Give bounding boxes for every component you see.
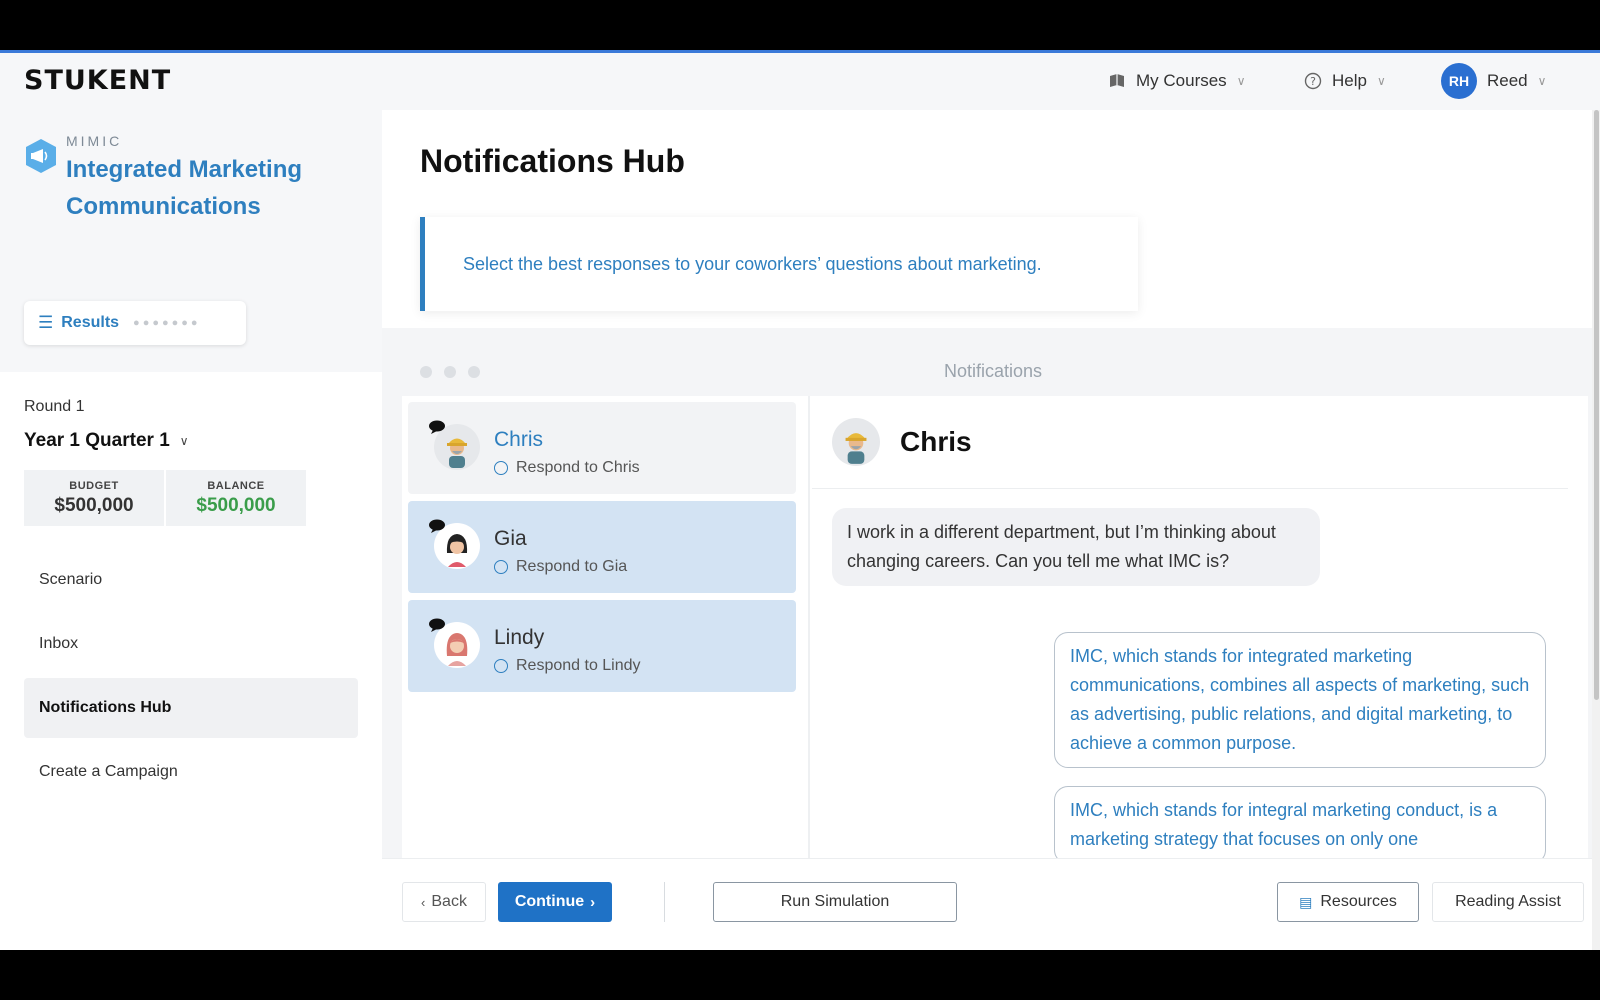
thread-contact-name: Chris [900, 426, 972, 457]
page-title: Notifications Hub [420, 143, 685, 179]
product-eyebrow: MIMIC [66, 133, 123, 149]
response-option-1[interactable]: IMC, which stands for integrated marketi… [1054, 632, 1546, 768]
balance-caption: BALANCE [207, 479, 265, 492]
status-ring-icon [494, 659, 508, 673]
period-selector[interactable]: Year 1 Quarter 1 ∨ [24, 430, 189, 452]
status-ring-icon [494, 560, 508, 574]
nav-inbox[interactable]: Inbox [24, 614, 358, 674]
user-avatar: RH [1441, 63, 1477, 99]
worker-avatar-icon [832, 418, 880, 466]
app-screen: STUKENT My Courses ∨ ? Help ∨ RH Reed ∨ [0, 50, 1600, 950]
contact-item-lindy[interactable]: Lindy Respond to Lindy [408, 600, 796, 692]
continue-button[interactable]: Continue › [498, 882, 612, 922]
contact-item-chris[interactable]: Chris Respond to Chris [408, 402, 796, 494]
svg-text:?: ? [1310, 75, 1316, 88]
window-title: Notifications [943, 361, 1043, 381]
my-courses-menu[interactable]: My Courses ∨ [1108, 66, 1245, 96]
balance-value: $500,000 [196, 494, 276, 516]
contact-status: Respond to Lindy [494, 657, 641, 675]
contact-name: Lindy [494, 626, 545, 649]
product-title: Integrated Marketing Communications [66, 156, 303, 220]
budget-caption: BUDGET [69, 479, 119, 492]
contact-status: Respond to Gia [494, 558, 627, 576]
toolbar-divider [664, 882, 665, 922]
results-button[interactable]: ☰ Results ●●●●●●● [24, 301, 246, 345]
chevron-down-icon: ∨ [1537, 74, 1547, 88]
message-thread: Chris I work in a different department, … [812, 396, 1588, 858]
sidebar: MIMIC Integrated Marketing Communication… [0, 110, 382, 950]
budget-value: $500,000 [54, 494, 134, 516]
user-name: Reed [1487, 71, 1528, 90]
thread-header: Chris [832, 418, 972, 466]
progress-dots: ●●●●●●● [133, 317, 201, 329]
instruction-callout: Select the best responses to your cowork… [420, 217, 1138, 311]
nav-scenario[interactable]: Scenario [24, 550, 358, 610]
work-area: Notifications Chris Respond to Chris Gia… [382, 328, 1600, 858]
contact-name: Gia [494, 527, 527, 550]
contact-status: Respond to Chris [494, 459, 640, 477]
side-nav: Scenario Inbox Notifications Hub Create … [24, 550, 358, 806]
budget-summary: BUDGET $500,000 BALANCE $500,000 [24, 470, 306, 526]
thread-divider [812, 488, 1568, 489]
chevron-down-icon: ∨ [1236, 74, 1246, 88]
help-menu[interactable]: ? Help ∨ [1304, 66, 1386, 96]
run-simulation-button[interactable]: Run Simulation [713, 882, 957, 922]
user-menu[interactable]: RH Reed ∨ [1441, 62, 1546, 100]
chevron-down-icon: ∨ [1376, 74, 1386, 88]
stukent-logo[interactable]: STUKENT [24, 65, 171, 96]
my-courses-label: My Courses [1136, 71, 1227, 90]
book-icon [1108, 72, 1126, 90]
budget-cell: BUDGET $500,000 [24, 470, 164, 526]
contact-item-gia[interactable]: Gia Respond to Gia [408, 501, 796, 593]
period-label: Year 1 Quarter 1 [24, 430, 170, 451]
notifications-window: Notifications Chris Respond to Chris Gia… [402, 346, 1588, 858]
contact-list: Chris Respond to Chris Gia Respond to Gi… [402, 396, 810, 858]
round-label: Round 1 [24, 398, 85, 415]
document-icon: ▤ [1299, 893, 1313, 910]
main-content: Notifications Hub Select the best respon… [382, 110, 1600, 950]
balance-cell: BALANCE $500,000 [164, 470, 306, 526]
status-ring-icon [494, 461, 508, 475]
back-button[interactable]: ‹ Back [402, 882, 486, 922]
chevron-right-icon: › [590, 893, 596, 911]
top-header: STUKENT My Courses ∨ ? Help ∨ RH Reed ∨ [0, 53, 1600, 110]
window-titlebar: Notifications [402, 346, 1588, 396]
menu-icon: ☰ [38, 313, 54, 332]
nav-notifications-hub[interactable]: Notifications Hub [24, 678, 358, 738]
results-label: Results [61, 314, 120, 331]
chat-bubble-icon [428, 618, 446, 632]
contact-name: Chris [494, 428, 544, 451]
response-option-2[interactable]: IMC, which stands for integral marketing… [1054, 786, 1546, 858]
help-circle-icon: ? [1304, 72, 1322, 90]
help-label: Help [1332, 71, 1367, 90]
chat-bubble-icon [428, 519, 446, 533]
chat-bubble-icon [428, 420, 446, 434]
bottom-action-bar: ‹ Back Continue › Run Simulation ▤ Resou… [382, 858, 1600, 950]
incoming-message: I work in a different department, but I’… [832, 508, 1320, 586]
megaphone-icon [24, 138, 58, 174]
instruction-text: Select the best responses to your cowork… [463, 253, 1042, 274]
chevron-left-icon: ‹ [421, 894, 426, 910]
nav-create-campaign[interactable]: Create a Campaign [24, 742, 358, 802]
chevron-down-icon: ∨ [179, 434, 189, 448]
resources-button[interactable]: ▤ Resources [1277, 882, 1419, 922]
scrollbar-thumb[interactable] [1594, 110, 1599, 700]
reading-assist-button[interactable]: Reading Assist [1432, 882, 1584, 922]
